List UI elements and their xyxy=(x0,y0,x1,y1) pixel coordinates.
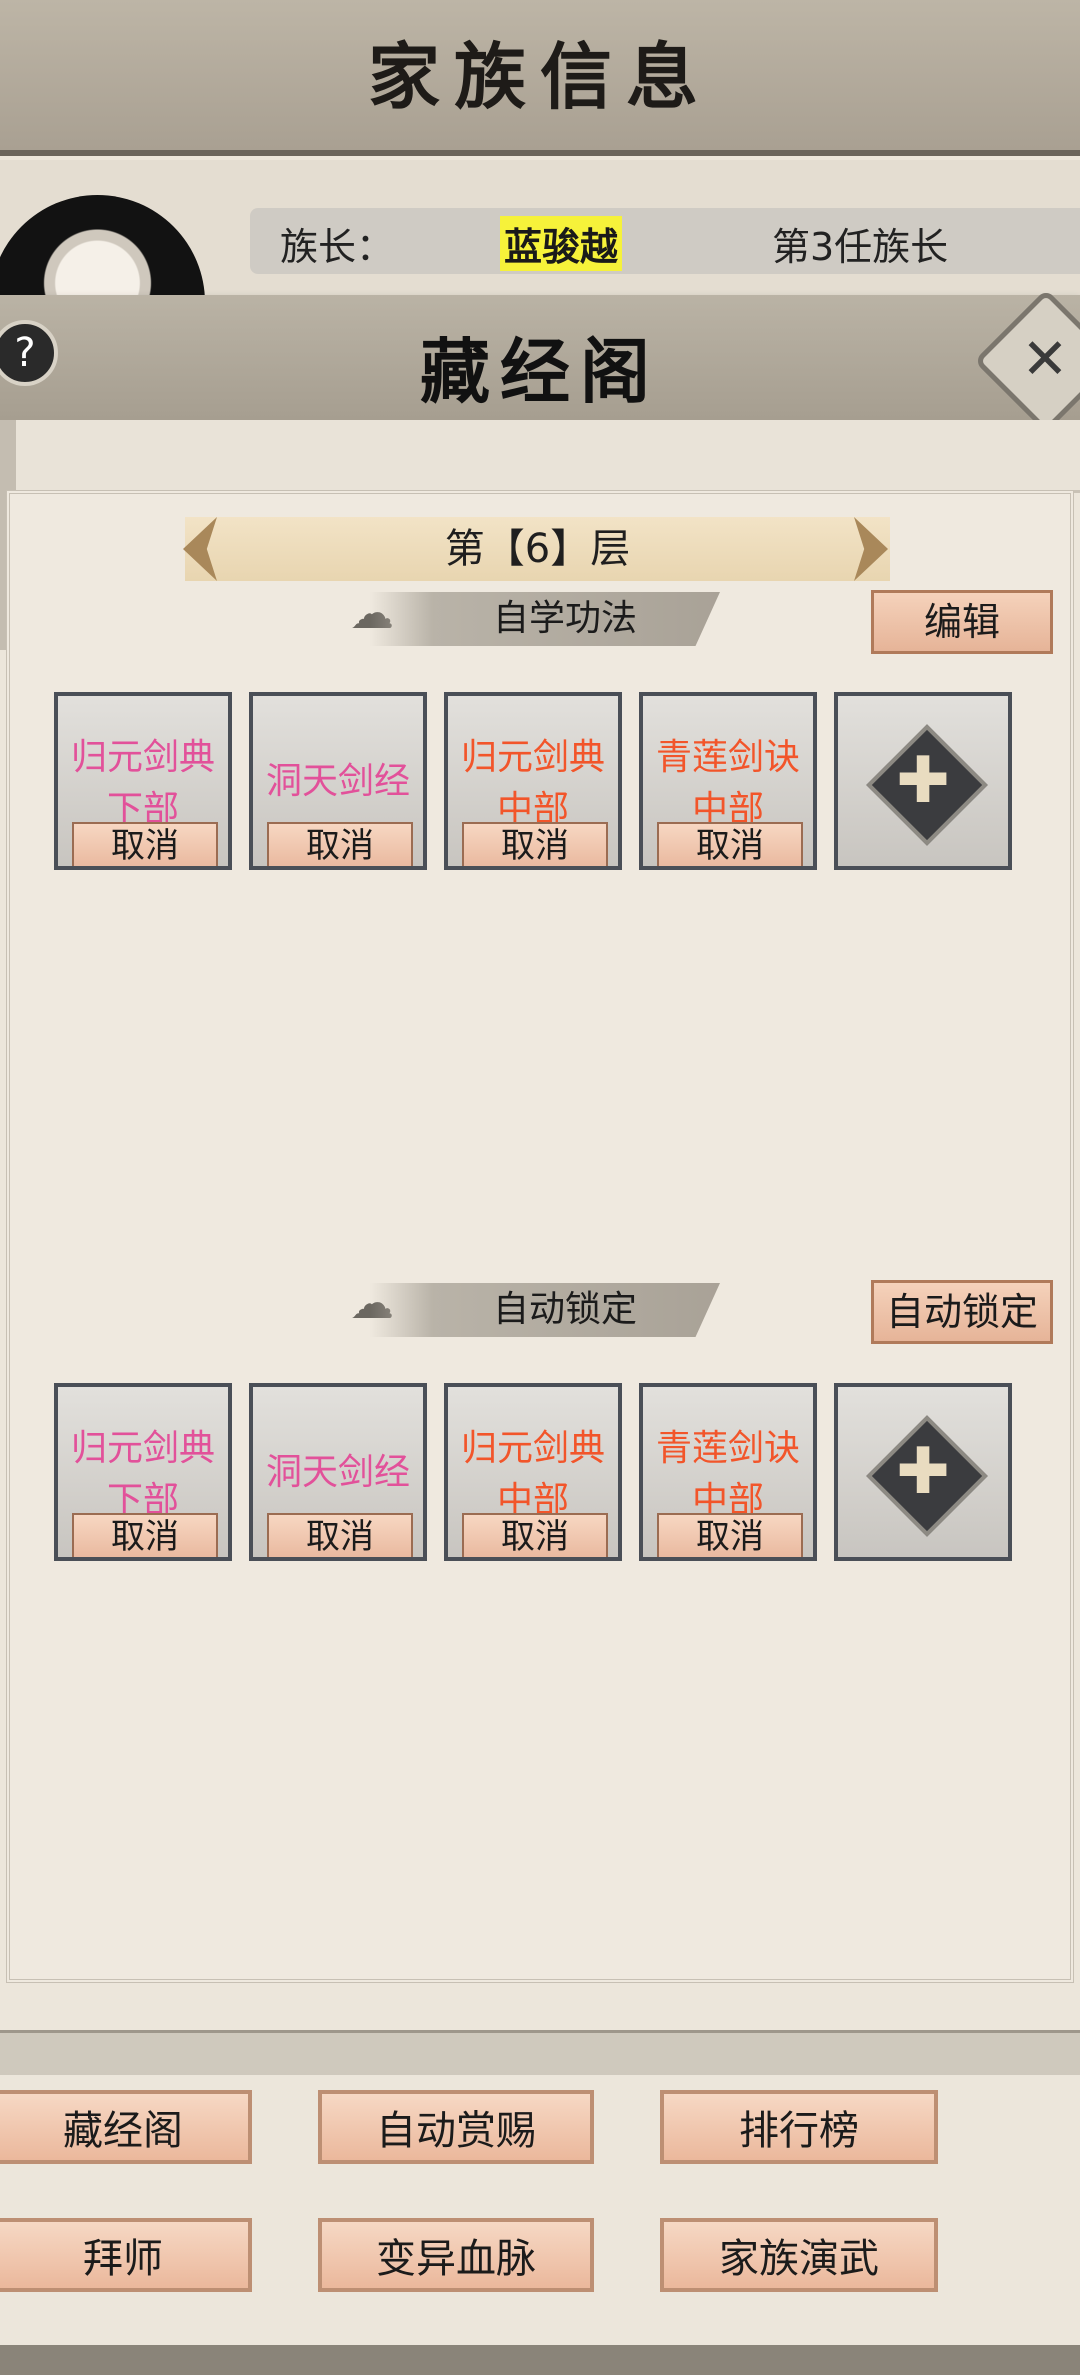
nav-ranking-button[interactable]: 排行榜 xyxy=(660,2090,938,2164)
cancel-button[interactable]: 取消 xyxy=(657,1513,803,1557)
self-study-tag: 自学功法 xyxy=(370,592,720,646)
bottom-border xyxy=(0,2345,1080,2375)
slot-name: 青莲剑诀中部 xyxy=(655,1428,800,1521)
cancel-button[interactable]: 取消 xyxy=(267,1513,413,1557)
nav-mutant-bloodline-button[interactable]: 变异血脉 xyxy=(318,2218,594,2292)
cancel-button[interactable]: 取消 xyxy=(462,822,608,866)
slot-name: 洞天剑经 xyxy=(265,1452,410,1493)
nav-apprentice-button[interactable]: 拜师 xyxy=(0,2218,252,2292)
slot-name: 归元剑典下部 xyxy=(70,1428,215,1521)
nav-family-martial-button[interactable]: 家族演武 xyxy=(660,2218,938,2292)
leader-name: 蓝骏越 xyxy=(500,216,623,271)
close-icon[interactable]: ✕ xyxy=(1005,320,1080,400)
plus-icon: ✚ xyxy=(896,1435,950,1509)
slot-name: 归元剑典中部 xyxy=(460,737,605,830)
dialog-subheader xyxy=(0,420,1080,493)
slot-name: 归元剑典中部 xyxy=(460,1428,605,1521)
leader-rank: 第3任族长 xyxy=(772,225,949,269)
page-title: 家族信息 xyxy=(367,34,712,119)
floor-label: 第【6】层 xyxy=(444,526,631,572)
cancel-button[interactable]: 取消 xyxy=(462,1513,608,1557)
bottom-strip xyxy=(0,2030,1080,2078)
cancel-button[interactable]: 取消 xyxy=(72,822,218,866)
auto-lock-slot-4[interactable]: 青莲剑诀中部 取消 xyxy=(639,1383,817,1561)
auto-lock-slot-3[interactable]: 归元剑典中部 取消 xyxy=(444,1383,622,1561)
edit-button[interactable]: 编辑 xyxy=(871,590,1053,654)
cancel-button[interactable]: 取消 xyxy=(657,822,803,866)
slot-name: 青莲剑诀中部 xyxy=(655,737,800,830)
auto-lock-button[interactable]: 自动锁定 xyxy=(871,1280,1053,1344)
cancel-button[interactable]: 取消 xyxy=(267,822,413,866)
floor-banner: 第【6】层 xyxy=(185,517,890,581)
auto-lock-add-slot[interactable]: ✚ xyxy=(834,1383,1012,1561)
nav-library-button[interactable]: 藏经阁 xyxy=(0,2090,252,2164)
nav-auto-reward-button[interactable]: 自动赏赐 xyxy=(318,2090,594,2164)
slot-name: 归元剑典下部 xyxy=(70,737,215,830)
self-study-add-slot[interactable]: ✚ xyxy=(834,692,1012,870)
auto-lock-tag: 自动锁定 xyxy=(370,1283,720,1337)
self-study-slot-2[interactable]: 洞天剑经 取消 xyxy=(249,692,427,870)
self-study-slot-4[interactable]: 青莲剑诀中部 取消 xyxy=(639,692,817,870)
auto-lock-slot-2[interactable]: 洞天剑经 取消 xyxy=(249,1383,427,1561)
auto-lock-slot-1[interactable]: 归元剑典下部 取消 xyxy=(54,1383,232,1561)
leader-label: 族长： xyxy=(280,225,395,269)
plus-icon: ✚ xyxy=(896,744,950,818)
slot-name: 洞天剑经 xyxy=(265,761,410,802)
help-icon: ? xyxy=(14,330,36,376)
cancel-button[interactable]: 取消 xyxy=(72,1513,218,1557)
self-study-slot-3[interactable]: 归元剑典中部 取消 xyxy=(444,692,622,870)
dialog-title: 藏经阁 xyxy=(420,330,660,413)
self-study-slot-1[interactable]: 归元剑典下部 取消 xyxy=(54,692,232,870)
